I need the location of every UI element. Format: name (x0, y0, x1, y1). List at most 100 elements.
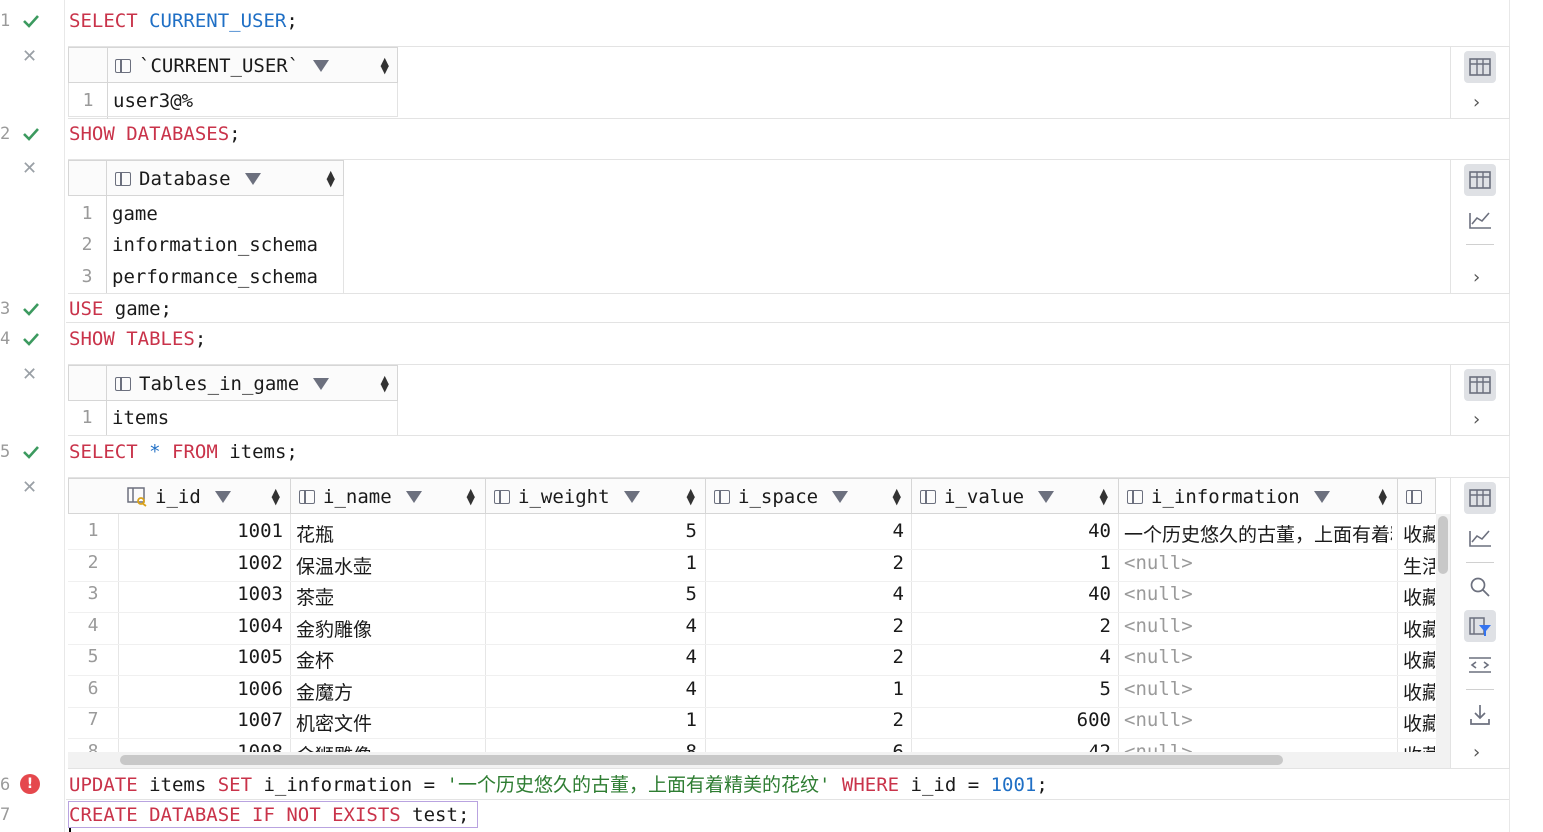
filter-funnel-icon[interactable] (623, 491, 640, 503)
sort-icon[interactable]: ▲ ▼ (381, 56, 389, 75)
cell-i_space[interactable]: 2 (707, 615, 904, 637)
cell-i_space[interactable]: 2 (707, 709, 904, 731)
scrollbar-thumb[interactable] (120, 755, 1283, 765)
column-header-i_information[interactable]: i_information ▲ ▼ (1119, 479, 1398, 515)
cell-i_name[interactable]: 金魔方 (296, 678, 481, 705)
cell-i_value[interactable]: 5 (913, 678, 1111, 700)
cell-i_value[interactable]: 42 (913, 741, 1111, 753)
cell-i_name[interactable]: 花瓶 (296, 520, 481, 547)
cell-i_name[interactable]: 机密文件 (296, 709, 481, 736)
cell-i_weight[interactable]: 4 (487, 646, 697, 668)
filter-funnel-icon[interactable] (244, 173, 261, 185)
cell-i_information[interactable]: <null> (1124, 741, 1392, 753)
cell-i_id[interactable]: 1005 (120, 646, 283, 668)
sort-icon[interactable]: ▲ ▼ (893, 487, 901, 506)
table-view-button[interactable] (1464, 164, 1496, 196)
vertical-scrollbar[interactable] (1436, 514, 1450, 752)
filter-funnel-icon[interactable] (313, 378, 330, 390)
code-line-5[interactable]: SELECT * FROM items; (69, 440, 298, 464)
sort-icon[interactable]: ▲ ▼ (1379, 487, 1387, 506)
cell-i_weight[interactable]: 1 (487, 552, 697, 574)
cell-i_information[interactable]: <null> (1124, 709, 1392, 731)
filter-funnel-icon[interactable] (405, 491, 422, 503)
cell-i_name[interactable]: 茶壶 (296, 583, 481, 610)
chevron-right-icon[interactable]: › (1473, 409, 1480, 430)
cell-i_category[interactable]: 收藏 (1403, 678, 1435, 705)
column-header-i_id[interactable]: i_id ▲ ▼ (119, 479, 291, 515)
cell-i_value[interactable]: 2 (913, 615, 1111, 637)
cell-i_category[interactable]: 收藏 (1403, 709, 1435, 736)
code-line-3[interactable]: USE game; (69, 297, 172, 321)
cell-i_name[interactable]: 保温水壶 (296, 552, 481, 579)
filter-funnel-icon[interactable] (1038, 491, 1055, 503)
cell-i_id[interactable]: 1003 (120, 583, 283, 605)
filter-funnel-icon[interactable] (214, 491, 231, 503)
sort-icon[interactable]: ▲ ▼ (1100, 487, 1108, 506)
chart-button[interactable] (1464, 521, 1496, 553)
column-header-i_value[interactable]: i_value ▲ ▼ (912, 479, 1119, 515)
filter-button[interactable] (1464, 610, 1496, 642)
column-header-i_name[interactable]: i_name ▲ ▼ (291, 479, 486, 515)
cell-i_information[interactable]: <null> (1124, 678, 1392, 700)
cell-i_category[interactable]: 生活 (1403, 552, 1435, 579)
cell-i_name[interactable]: 金杯 (296, 646, 481, 673)
chart-button[interactable] (1464, 203, 1496, 235)
cell-i_information[interactable]: <null> (1124, 646, 1392, 668)
cell-i_space[interactable]: 2 (707, 552, 904, 574)
table-view-button[interactable] (1464, 51, 1496, 83)
search-button[interactable] (1464, 571, 1496, 603)
cell-i_id[interactable]: 1002 (120, 552, 283, 574)
cell-i_space[interactable]: 2 (707, 646, 904, 668)
cell-i_weight[interactable]: 8 (487, 741, 697, 753)
horizontal-scrollbar[interactable] (68, 752, 1450, 768)
code-line-1[interactable]: SELECT CURRENT_USER; (69, 9, 298, 33)
cell-i_id[interactable]: 1004 (120, 615, 283, 637)
cell-i_weight[interactable]: 5 (487, 520, 697, 542)
cell-i_category[interactable]: 收藏 (1403, 646, 1435, 673)
cell-i_weight[interactable]: 1 (487, 709, 697, 731)
table-view-button[interactable] (1464, 482, 1496, 514)
column-header-i_space[interactable]: i_space ▲ ▼ (706, 479, 912, 515)
table-cell[interactable]: information_schema (112, 234, 318, 256)
cell-i_space[interactable]: 4 (707, 520, 904, 542)
sort-icon[interactable]: ▲ ▼ (272, 487, 280, 506)
sort-icon[interactable]: ▲ ▼ (467, 487, 475, 506)
cell-i_category[interactable]: 收藏 (1403, 615, 1435, 642)
cell-i_information[interactable]: <null> (1124, 615, 1392, 637)
chevron-right-icon[interactable]: › (1473, 92, 1480, 113)
table-cell[interactable]: user3@% (113, 90, 193, 112)
code-line-7[interactable]: CREATE DATABASE IF NOT EXISTS test; (69, 803, 469, 827)
close-icon[interactable]: ✕ (22, 158, 37, 179)
close-icon[interactable]: ✕ (22, 46, 37, 67)
chevron-right-icon[interactable]: › (1473, 742, 1480, 763)
cell-i_category[interactable]: 收藏 (1403, 520, 1435, 547)
sort-icon[interactable]: ▲ ▼ (381, 374, 389, 393)
cell-i_category[interactable]: 收藏 (1403, 741, 1435, 753)
cell-i_value[interactable]: 1 (913, 552, 1111, 574)
cell-i_name[interactable]: 金豹雕像 (296, 615, 481, 642)
cell-i_weight[interactable]: 5 (487, 583, 697, 605)
code-button[interactable] (1464, 649, 1496, 681)
table-cell[interactable]: items (112, 407, 169, 429)
code-line-4[interactable]: SHOW TABLES; (69, 327, 206, 351)
cell-i_weight[interactable]: 4 (487, 615, 697, 637)
cell-i_information[interactable]: 一个历史悠久的古董，上面有着精美的花纹 (1124, 520, 1392, 547)
scrollbar-thumb[interactable] (1438, 516, 1448, 574)
chevron-right-icon[interactable]: › (1473, 267, 1480, 288)
cell-i_information[interactable]: <null> (1124, 583, 1392, 605)
close-icon[interactable]: ✕ (22, 477, 37, 498)
close-icon[interactable]: ✕ (22, 364, 37, 385)
filter-funnel-icon[interactable] (1313, 491, 1330, 503)
cell-i_value[interactable]: 40 (913, 520, 1111, 542)
table-cell[interactable]: performance_schema (112, 266, 318, 288)
filter-funnel-icon[interactable] (313, 60, 330, 72)
column-header[interactable]: `CURRENT_USER` ▲ ▼ (107, 48, 399, 84)
cell-i_information[interactable]: <null> (1124, 552, 1392, 574)
cell-i_space[interactable]: 6 (707, 741, 904, 753)
cell-i_space[interactable]: 4 (707, 583, 904, 605)
cell-i_space[interactable]: 1 (707, 678, 904, 700)
error-icon[interactable]: ! (20, 774, 40, 794)
filter-funnel-icon[interactable] (832, 491, 849, 503)
table-view-button[interactable] (1464, 369, 1496, 401)
sort-icon[interactable]: ▲ ▼ (327, 169, 335, 188)
